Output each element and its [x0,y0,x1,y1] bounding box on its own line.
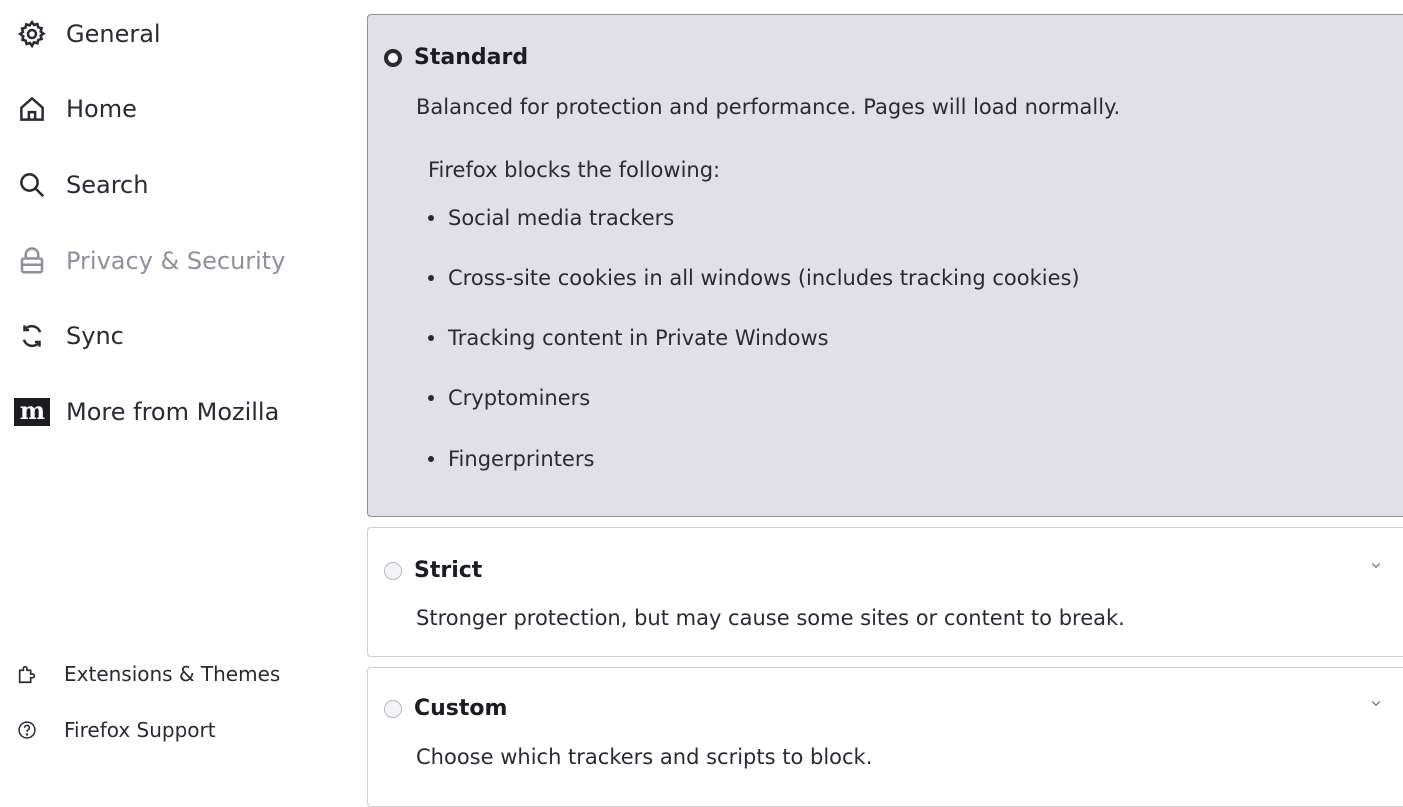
mozilla-badge: m [14,398,50,426]
bullet [428,215,434,221]
blocks-label: Firefox blocks the following: [428,158,721,182]
sidebar: General Home Search Privacy & Security S… [0,0,340,789]
bullet [428,395,434,401]
sidebar-item-label: Sync [66,322,124,350]
footer-firefox-support[interactable]: Firefox Support [14,713,216,747]
search-icon [14,167,50,203]
custom-radio-row[interactable]: Custom [384,696,507,721]
sidebar-item-label: General [66,20,161,48]
block-item-label: Fingerprinters [448,447,595,471]
strict-option-card[interactable]: Strict Stronger protection, but may caus… [367,527,1403,657]
footer-item-label: Firefox Support [64,718,216,742]
custom-title: Custom [414,696,508,721]
strict-radio-row[interactable]: Strict [384,558,482,583]
sidebar-item-label: More from Mozilla [66,398,280,426]
standard-option-card[interactable]: Standard Balanced for protection and per… [367,14,1403,517]
mozilla-m-icon: m [14,394,50,430]
sidebar-item-more-from-mozilla[interactable]: m More from Mozilla [14,392,279,432]
custom-radio[interactable] [384,699,402,718]
gear-icon [14,16,50,52]
block-item-label: Cryptominers [448,386,591,410]
footer-item-label: Extensions & Themes [64,662,281,686]
sidebar-item-label: Search [66,171,149,199]
list-item: Social media trackers [428,206,674,230]
puzzle-icon [14,661,40,687]
bullet [428,456,434,462]
footer-extensions-themes[interactable]: Extensions & Themes [14,657,280,691]
list-item: Fingerprinters [428,447,594,471]
lock-icon [14,243,50,279]
bullet [428,335,434,341]
standard-radio[interactable] [384,48,402,67]
standard-radio-row[interactable]: Standard [384,45,528,70]
chevron-down-icon[interactable] [1367,556,1385,574]
chevron-down-icon[interactable] [1367,694,1385,712]
strict-title: Strict [414,558,483,583]
custom-description: Choose which trackers and scripts to blo… [416,745,873,769]
strict-description: Stronger protection, but may cause some … [416,606,1125,630]
list-item: Cryptominers [428,386,590,410]
home-icon [14,91,50,127]
bullet [428,275,434,281]
standard-description: Balanced for protection and performance.… [416,95,1121,119]
help-icon [14,717,40,743]
sidebar-item-label: Privacy & Security [66,247,286,275]
sidebar-item-home[interactable]: Home [14,89,137,129]
strict-radio[interactable] [384,561,402,580]
sidebar-item-privacy-security[interactable]: Privacy & Security [14,241,285,281]
block-item-label: Tracking content in Private Windows [448,326,829,350]
sync-icon [14,318,50,354]
sidebar-item-sync[interactable]: Sync [14,316,124,356]
sidebar-item-search[interactable]: Search [14,165,148,205]
block-item-label: Cross-site cookies in all windows (inclu… [448,266,1080,290]
standard-title: Standard [414,45,529,70]
sidebar-item-general[interactable]: General [14,14,161,54]
list-item: Cross-site cookies in all windows (inclu… [428,266,1080,290]
custom-option-card[interactable]: Custom Choose which trackers and scripts… [367,667,1403,807]
block-item-label: Social media trackers [448,206,675,230]
list-item: Tracking content in Private Windows [428,326,829,350]
sidebar-item-label: Home [66,95,137,123]
